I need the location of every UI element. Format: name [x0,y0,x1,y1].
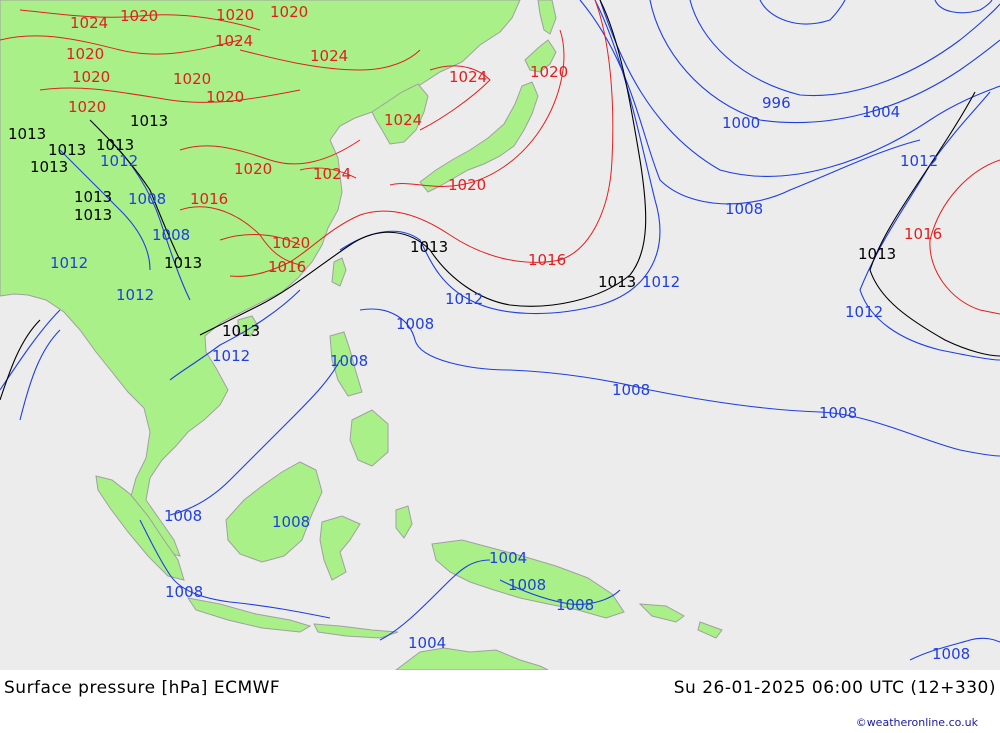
isobar-label: 1012 [445,290,483,308]
isobar-label: 1020 [234,160,272,178]
isobar-label: 1024 [384,111,422,129]
credit-link[interactable]: ©weatheronline.co.uk [856,716,978,729]
isobar-label: 1008 [508,576,546,594]
isobar-label: 1008 [932,645,970,663]
pressure-map: 996 1000 1004 1012 1008 1016 1013 1012 1… [0,0,1000,670]
isobar-label: 1012 [845,303,883,321]
isobar-label: 1020 [270,3,308,21]
isobar-label: 1016 [190,190,228,208]
isobar-label: 1008 [725,200,763,218]
isobar-label: 1016 [904,225,942,243]
isobar-label: 1024 [310,47,348,65]
isobar-label: 1008 [556,596,594,614]
isobar-label: 1012 [50,254,88,272]
isobar-label: 1012 [212,347,250,365]
isobar-label: 1020 [216,6,254,24]
isobar-label: 1016 [268,258,306,276]
isobar-label: 1000 [722,114,760,132]
isobar-label: 1016 [528,251,566,269]
isobar-label: 1020 [68,98,106,116]
isobar-label: 1020 [448,176,486,194]
isobar-label: 1013 [410,238,448,256]
isobar-label: 1008 [396,315,434,333]
isobar-label: 1013 [858,245,896,263]
isobar-label: 1008 [165,583,203,601]
isobar-label: 1012 [900,152,938,170]
isobar-label: 1024 [313,165,351,183]
isobar-label: 1008 [612,381,650,399]
isobar-label: 1020 [120,7,158,25]
isobar-label: 1020 [173,70,211,88]
map-page: { "footer": { "left": "Surface pressure … [0,0,1000,733]
isobar-label: 1004 [408,634,446,652]
isobar-label: 1008 [164,507,202,525]
isobar-label: 1012 [116,286,154,304]
isobar-label: 1008 [128,190,166,208]
map-valid-time: Su 26-01-2025 06:00 UTC (12+330) [673,678,996,698]
isobar-label: 996 [762,94,791,112]
isobar-label: 1008 [819,404,857,422]
isobar-label: 1012 [100,152,138,170]
map-title: Surface pressure [hPa] ECMWF [4,678,281,698]
isobar-label: 1004 [489,549,527,567]
isobar-label: 1013 [74,188,112,206]
isobar-label: 1020 [272,234,310,252]
isobar-label: 1008 [272,513,310,531]
isobar-label: 1024 [449,68,487,86]
isobar-label: 1013 [164,254,202,272]
isobar-label: 1013 [48,141,86,159]
isobar-label: 1020 [206,88,244,106]
isobar-label: 1013 [8,125,46,143]
isobar-label: 1008 [152,226,190,244]
isobar-label: 1008 [330,352,368,370]
isobar-label: 1020 [530,63,568,81]
isobar-label: 1020 [66,45,104,63]
isobar-label: 1024 [215,32,253,50]
isobar-label: 1004 [862,103,900,121]
isobar-label: 1013 [222,322,260,340]
isobar-label: 1013 [74,206,112,224]
isobar-label: 1013 [30,158,68,176]
isobar-label: 1024 [70,14,108,32]
isobar-label: 1020 [72,68,110,86]
isobar-label: 1013 [130,112,168,130]
isobar-label: 1012 [642,273,680,291]
isobar-label: 1013 [598,273,636,291]
